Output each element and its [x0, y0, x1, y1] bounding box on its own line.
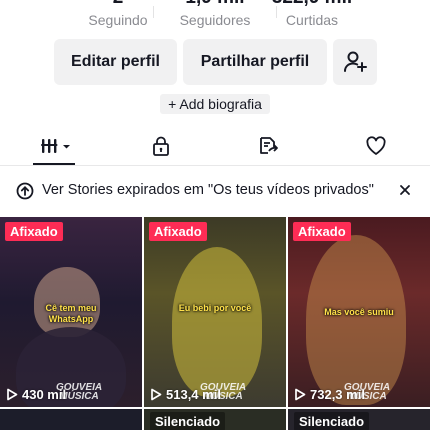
muted-badge: Silenciado [294, 412, 370, 430]
tab-reposts[interactable] [241, 132, 297, 160]
view-count-value: 513,4 mil [166, 387, 221, 402]
repost-icon [260, 137, 278, 154]
stat-likes-value: 322,9 mil [252, 0, 372, 10]
video-thumbnail[interactable]: Silenciado [144, 409, 286, 430]
view-count: 732,3 mil [294, 387, 365, 402]
stat-likes[interactable]: 322,9 mil Curtidas [252, 0, 372, 29]
tab-videos[interactable] [28, 132, 84, 160]
pinned-badge: Afixado [149, 222, 207, 241]
add-user-icon [344, 51, 367, 72]
stories-banner[interactable]: Ver Stories expirados em "Os teus vídeos… [0, 176, 430, 206]
profile-tabs [0, 126, 430, 166]
view-count-value: 732,3 mil [310, 387, 365, 402]
view-count: 513,4 mil [150, 387, 221, 402]
add-friend-button[interactable] [333, 39, 377, 85]
play-icon [151, 388, 162, 401]
video-thumbnail[interactable]: Afixado Mas você sumiu GOUVEIA MÚSICA 73… [288, 217, 430, 407]
muted-badge: Silenciado [150, 412, 226, 430]
video-thumbnail[interactable]: Afixado Cê tem meu WhatsApp GOUVEIA MÚSI… [0, 217, 142, 407]
view-count: 430 mil [6, 387, 66, 402]
upload-icon [16, 182, 34, 200]
video-caption: Eu bebi por você [178, 303, 252, 313]
video-thumbnail[interactable]: Silenciado [288, 409, 430, 430]
video-grid: Afixado Cê tem meu WhatsApp GOUVEIA MÚSI… [0, 217, 430, 430]
tab-private[interactable] [133, 132, 189, 160]
grid-icon [41, 139, 70, 153]
video-caption: Mas você sumiu [324, 307, 394, 317]
stat-divider [153, 6, 154, 18]
pinned-badge: Afixado [293, 222, 351, 241]
close-icon[interactable] [397, 182, 413, 198]
stories-banner-text: Ver Stories expirados em "Os teus vídeos… [42, 182, 374, 198]
tab-likes[interactable] [348, 132, 404, 160]
heart-icon [366, 136, 386, 155]
profile-stats: 2 Seguindo 1,9 mil Seguidores 322,9 mil … [0, 0, 430, 32]
video-caption: Cê tem meu WhatsApp [45, 303, 97, 324]
active-tab-indicator [33, 163, 75, 165]
pinned-badge: Afixado [5, 222, 63, 241]
share-profile-button[interactable]: Partilhar perfil [183, 39, 327, 85]
performer-figure [306, 235, 406, 405]
video-thumbnail[interactable]: Afixado Eu bebi por você GOUVEIA MÚSICA … [144, 217, 286, 407]
performer-figure [172, 247, 262, 397]
add-bio-button[interactable]: + Add biografia [160, 94, 270, 114]
play-icon [295, 388, 306, 401]
stat-likes-label: Curtidas [285, 12, 339, 28]
video-thumbnail[interactable] [0, 409, 142, 430]
play-icon [7, 388, 18, 401]
edit-profile-button[interactable]: Editar perfil [54, 39, 177, 85]
lock-icon [153, 136, 169, 156]
view-count-value: 430 mil [22, 387, 67, 402]
